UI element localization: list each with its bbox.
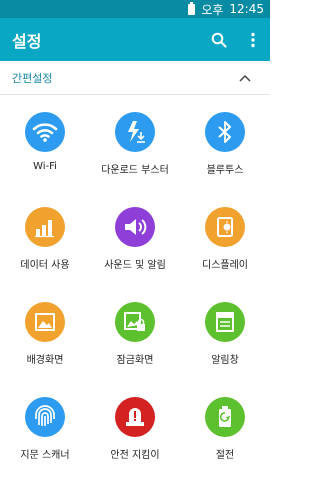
chevron-up-icon [239,74,251,82]
tile-label: 다운로드 부스터 [101,165,169,176]
collapse-button[interactable] [238,71,252,85]
tile-label: 알림창 [211,355,239,366]
tile-download-booster[interactable]: 다운로드 부스터 [90,95,180,190]
search-button[interactable] [202,18,236,61]
tile-emergency[interactable]: 안전 지킴이 [90,380,180,475]
sound-icon [115,207,155,247]
tile-bluetooth[interactable]: 블루투스 [180,95,270,190]
tile-wifi[interactable]: Wi-Fi [0,95,90,190]
tile-label: 디스플레이 [202,260,248,271]
tile-label: 안전 지킴이 [110,450,160,461]
more-vert-icon [251,32,255,47]
section-title: 간편설정 [12,72,53,85]
status-ampm: 오후 [201,2,224,17]
tile-wallpaper[interactable]: 배경화면 [0,285,90,380]
fingerprint-icon [25,397,65,437]
tile-fingerprint[interactable]: 지문 스캐너 [0,380,90,475]
search-icon [211,32,227,48]
tile-label: 지문 스캐너 [20,450,70,461]
tile-label: 배경화면 [26,355,64,366]
wallpaper-icon [25,302,65,342]
tile-lock-screen[interactable]: 잠금화면 [90,285,180,380]
tile-display[interactable]: 디스플레이 [180,190,270,285]
tile-label: 사운드 및 알림 [104,260,166,271]
tile-power-saving[interactable]: 절전 [180,380,270,475]
tile-data-usage[interactable]: 데이터 사용 [0,190,90,285]
lock-screen-icon [115,302,155,342]
tile-label: Wi-Fi [33,161,57,172]
download-booster-icon [115,112,155,152]
emergency-icon [115,397,155,437]
tile-label: 블루투스 [206,165,244,176]
display-icon [205,207,245,247]
quick-settings-header[interactable]: 간편설정 [0,61,270,95]
page-title: 설정 [12,31,42,51]
bluetooth-icon [205,112,245,152]
app-bar: 설정 [0,18,270,61]
battery-icon [188,1,196,15]
status-time: 12:45 [229,2,264,16]
tile-notification-panel[interactable]: 알림창 [180,285,270,380]
data-usage-icon [25,207,65,247]
tile-label: 절전 [215,450,235,461]
power-saving-icon [205,397,245,437]
notification-panel-icon [205,302,245,342]
tile-label: 잠금화면 [116,355,154,366]
tile-sound[interactable]: 사운드 및 알림 [90,190,180,285]
tile-label: 데이터 사용 [20,260,70,271]
more-options-button[interactable] [236,18,270,61]
status-bar: 오후 12:45 [0,0,270,18]
wifi-icon [25,112,65,152]
